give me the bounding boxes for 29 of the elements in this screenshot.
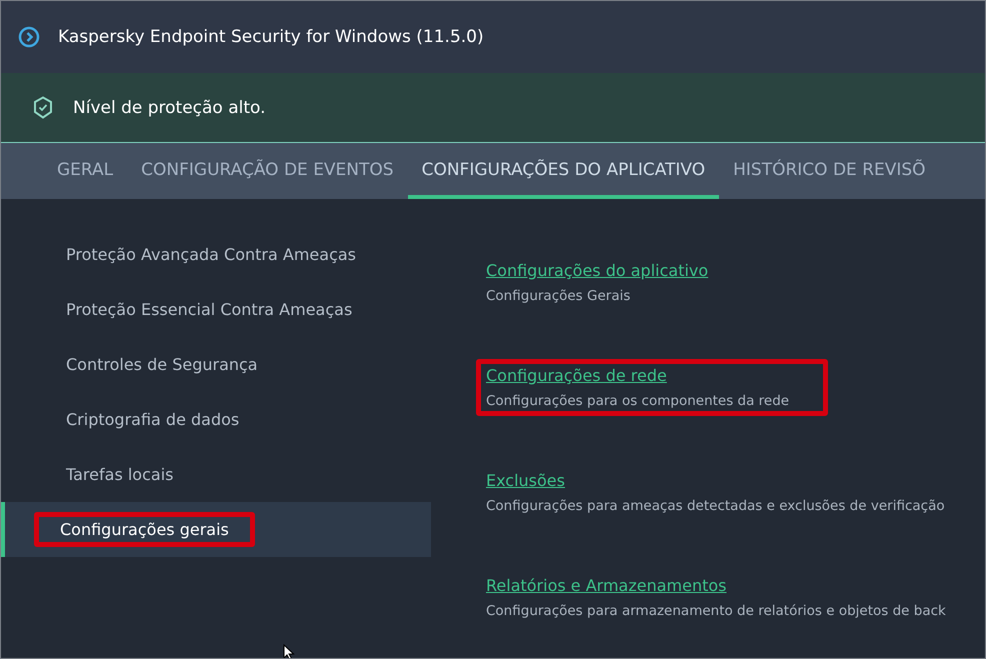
tab[interactable]: CONFIGURAÇÕES DO APLICATIVO — [408, 143, 720, 199]
chevron-circle-icon[interactable] — [18, 26, 40, 48]
link-description: Configurações Gerais — [486, 288, 630, 304]
settings-link[interactable]: Configurações de rede — [486, 366, 667, 385]
sidebar-item-label: Proteção Avançada Contra Ameaças — [65, 244, 358, 266]
sidebar-item-label: Proteção Essencial Contra Ameaças — [65, 299, 354, 321]
status-text: Nível de proteção alto. — [73, 98, 266, 118]
sidebar-item[interactable]: Proteção Avançada Contra Ameaças — [1, 227, 431, 282]
settings-link[interactable]: Configurações do aplicativo — [486, 261, 708, 280]
sidebar-item[interactable]: Tarefas locais — [1, 447, 431, 502]
tab[interactable]: HISTÓRICO DE REVISÕ — [719, 143, 940, 199]
shield-check-icon — [33, 96, 53, 119]
link-description: Configurações para ameaças detectadas e exclusões de verificação — [486, 498, 945, 514]
link-description: Configurações para os componentes da rede — [486, 393, 790, 409]
sidebar-item-label: Controles de Segurança — [65, 354, 259, 376]
settings-link[interactable]: Exclusões — [486, 471, 565, 490]
mouse-cursor-icon — [283, 644, 295, 658]
tab[interactable]: CONFIGURAÇÃO DE EVENTOS — [127, 143, 408, 199]
sidebar-item[interactable]: Controles de Segurança — [1, 337, 431, 392]
sidebar-item[interactable]: Criptografia de dados — [1, 392, 431, 447]
sidebar-item-label: Tarefas locais — [65, 464, 174, 486]
sidebar-item[interactable]: Configurações gerais — [1, 502, 431, 557]
link-description: Configurações para armazenamento de relatórios e objetos de back — [486, 603, 946, 619]
sidebar-item[interactable]: Proteção Essencial Contra Ameaças — [1, 282, 431, 337]
sidebar-item-label: Criptografia de dados — [65, 409, 240, 431]
settings-link[interactable]: Relatórios e Armazenamentos — [486, 576, 727, 595]
sidebar-item-label: Configurações gerais — [34, 512, 255, 547]
tab[interactable]: GERAL — [43, 143, 128, 199]
window-title: Kaspersky Endpoint Security for Windows (11.5.0) — [58, 27, 484, 47]
